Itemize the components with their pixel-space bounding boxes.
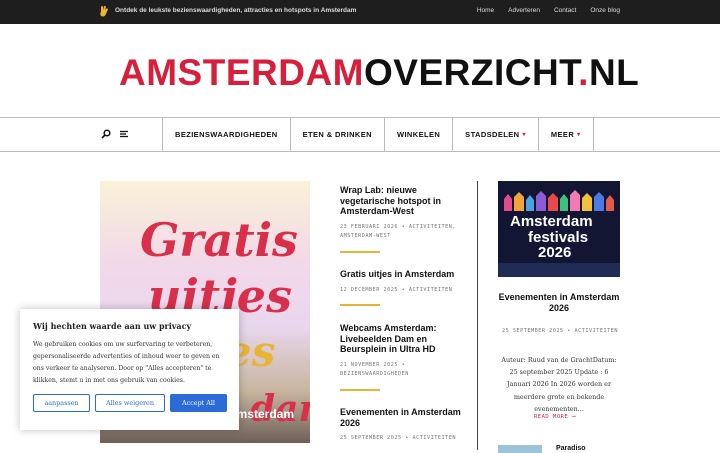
reject-all-button[interactable]: Alles weigeren <box>95 394 165 412</box>
list-item: Wrap Lab: nieuwe vegetarische hotspot in… <box>340 185 462 253</box>
cookie-consent-dialog: Wij hechten waarde aan uw privacy We geb… <box>20 309 239 430</box>
top-link-adverteren[interactable]: Adverteren <box>508 7 540 14</box>
canal-houses-illustration <box>504 190 614 211</box>
site-tagline: Ontdek de leukste bezienswaardigheden, a… <box>115 7 357 14</box>
divider <box>340 388 380 391</box>
next-post-thumbnail[interactable] <box>498 445 542 453</box>
nav-icons <box>100 118 163 151</box>
article-meta: 12 DECEMBER 2025 • ACTIVITEITEN <box>340 286 453 293</box>
nav-item-meer[interactable]: MEER ▾ <box>537 118 594 151</box>
list-item: Gratis uitjes in Amsterdam 12 DECEMBER 2… <box>340 269 462 307</box>
next-post-title[interactable]: Paradiso <box>556 445 586 452</box>
menu-icon[interactable] <box>119 129 129 139</box>
hand-icon <box>100 5 108 17</box>
list-item: Evenementen in Amsterdam 2026 25 SEPTEMB… <box>340 407 462 443</box>
article-meta: 25 SEPTEMBER 2025 • ACTIVITEITEN <box>340 435 456 442</box>
divider <box>340 250 380 253</box>
featured-image[interactable]: Amsterdam festivals 2026 <box>498 181 620 277</box>
featured-title[interactable]: Evenementen in Amsterdam 2026 <box>498 292 620 313</box>
list-item: Webcams Amsterdam: Livebeelden Dam en Be… <box>340 323 462 391</box>
customize-button[interactable]: aanpassen <box>33 394 90 412</box>
water-decoration <box>498 263 620 277</box>
article-title[interactable]: Webcams Amsterdam: Livebeelden Dam en Be… <box>340 323 462 355</box>
accept-all-button[interactable]: Accept All <box>170 394 227 412</box>
featured-image-text: Amsterdam <box>510 213 593 230</box>
logo-part-amsterdam: AMSTERDAM <box>119 52 364 93</box>
nav-item-stadsdelen[interactable]: STADSDELEN ▾ <box>452 118 538 151</box>
read-more-label: READ MORE <box>534 414 569 420</box>
arrow-right-icon: ⟶ <box>572 414 576 420</box>
nav-item-label: WINKELEN <box>396 130 441 139</box>
nav-item-label: STADSDELEN <box>465 130 520 139</box>
hero-text-line1: Gratis <box>140 213 298 267</box>
top-link-home[interactable]: Home <box>477 7 494 14</box>
nav-items: BEZIENSWAARDIGHEDEN ETEN & DRINKEN WINKE… <box>162 118 594 151</box>
main-nav: BEZIENSWAARDIGHEDEN ETEN & DRINKEN WINKE… <box>0 117 720 152</box>
nav-item-label: MEER <box>550 130 575 139</box>
featured-image-text: festivals <box>528 229 589 246</box>
site-logo[interactable]: AMSTERDAMOVERZICHT.NL <box>119 54 639 91</box>
header: AMSTERDAMOVERZICHT.NL <box>0 24 720 117</box>
featured-excerpt: Auteur: Ruud van de GrachtDatum: 25 sept… <box>501 356 617 413</box>
top-link-contact[interactable]: Contact <box>554 7 576 14</box>
article-meta: 21 NOVEMBER 2025 • BEZIENSWAARDIGHEDEN <box>340 361 409 377</box>
featured-image-text: 2026 <box>538 244 572 261</box>
nav-item-label: BEZIENSWAARDIGHEDEN <box>175 130 278 139</box>
cookie-title: Wij hechten waarde aan uw privacy <box>33 321 192 331</box>
top-bar: Ontdek de leukste bezienswaardigheden, a… <box>0 0 720 24</box>
chevron-down-icon: ▾ <box>577 132 581 138</box>
featured-meta: 25 SEPTEMBER 2025 • ACTIVITEITEN <box>502 328 618 334</box>
logo-part-overzicht: OVERZICHT <box>363 52 579 93</box>
article-meta: 23 FEBRUARI 2026 • ACTIVITEITEN, AMSTERD… <box>340 223 456 239</box>
article-title[interactable]: Evenementen in Amsterdam 2026 <box>340 407 462 428</box>
column-divider <box>477 181 478 450</box>
logo-dot: . <box>578 52 589 93</box>
article-title[interactable]: Wrap Lab: nieuwe vegetarische hotspot in… <box>340 185 462 217</box>
search-icon[interactable] <box>101 129 111 139</box>
top-links: Home Adverteren Contact Onze blog <box>477 7 620 14</box>
article-title[interactable]: Gratis uitjes in Amsterdam <box>340 269 462 280</box>
nav-item-eten-drinken[interactable]: ETEN & DRINKEN <box>289 118 384 151</box>
read-more-link[interactable]: READ MORE ⟶ <box>534 414 576 420</box>
nav-item-label: ETEN & DRINKEN <box>302 130 372 139</box>
nav-item-winkelen[interactable]: WINKELEN <box>383 118 452 151</box>
top-link-blog[interactable]: Onze blog <box>590 7 620 14</box>
divider <box>340 304 380 307</box>
cookie-body: We gebruiken cookies om uw surfervaring … <box>33 341 220 385</box>
logo-part-nl: NL <box>588 52 640 93</box>
nav-item-bezienswaardigheden[interactable]: BEZIENSWAARDIGHEDEN <box>162 118 290 151</box>
chevron-down-icon: ▾ <box>522 132 526 138</box>
